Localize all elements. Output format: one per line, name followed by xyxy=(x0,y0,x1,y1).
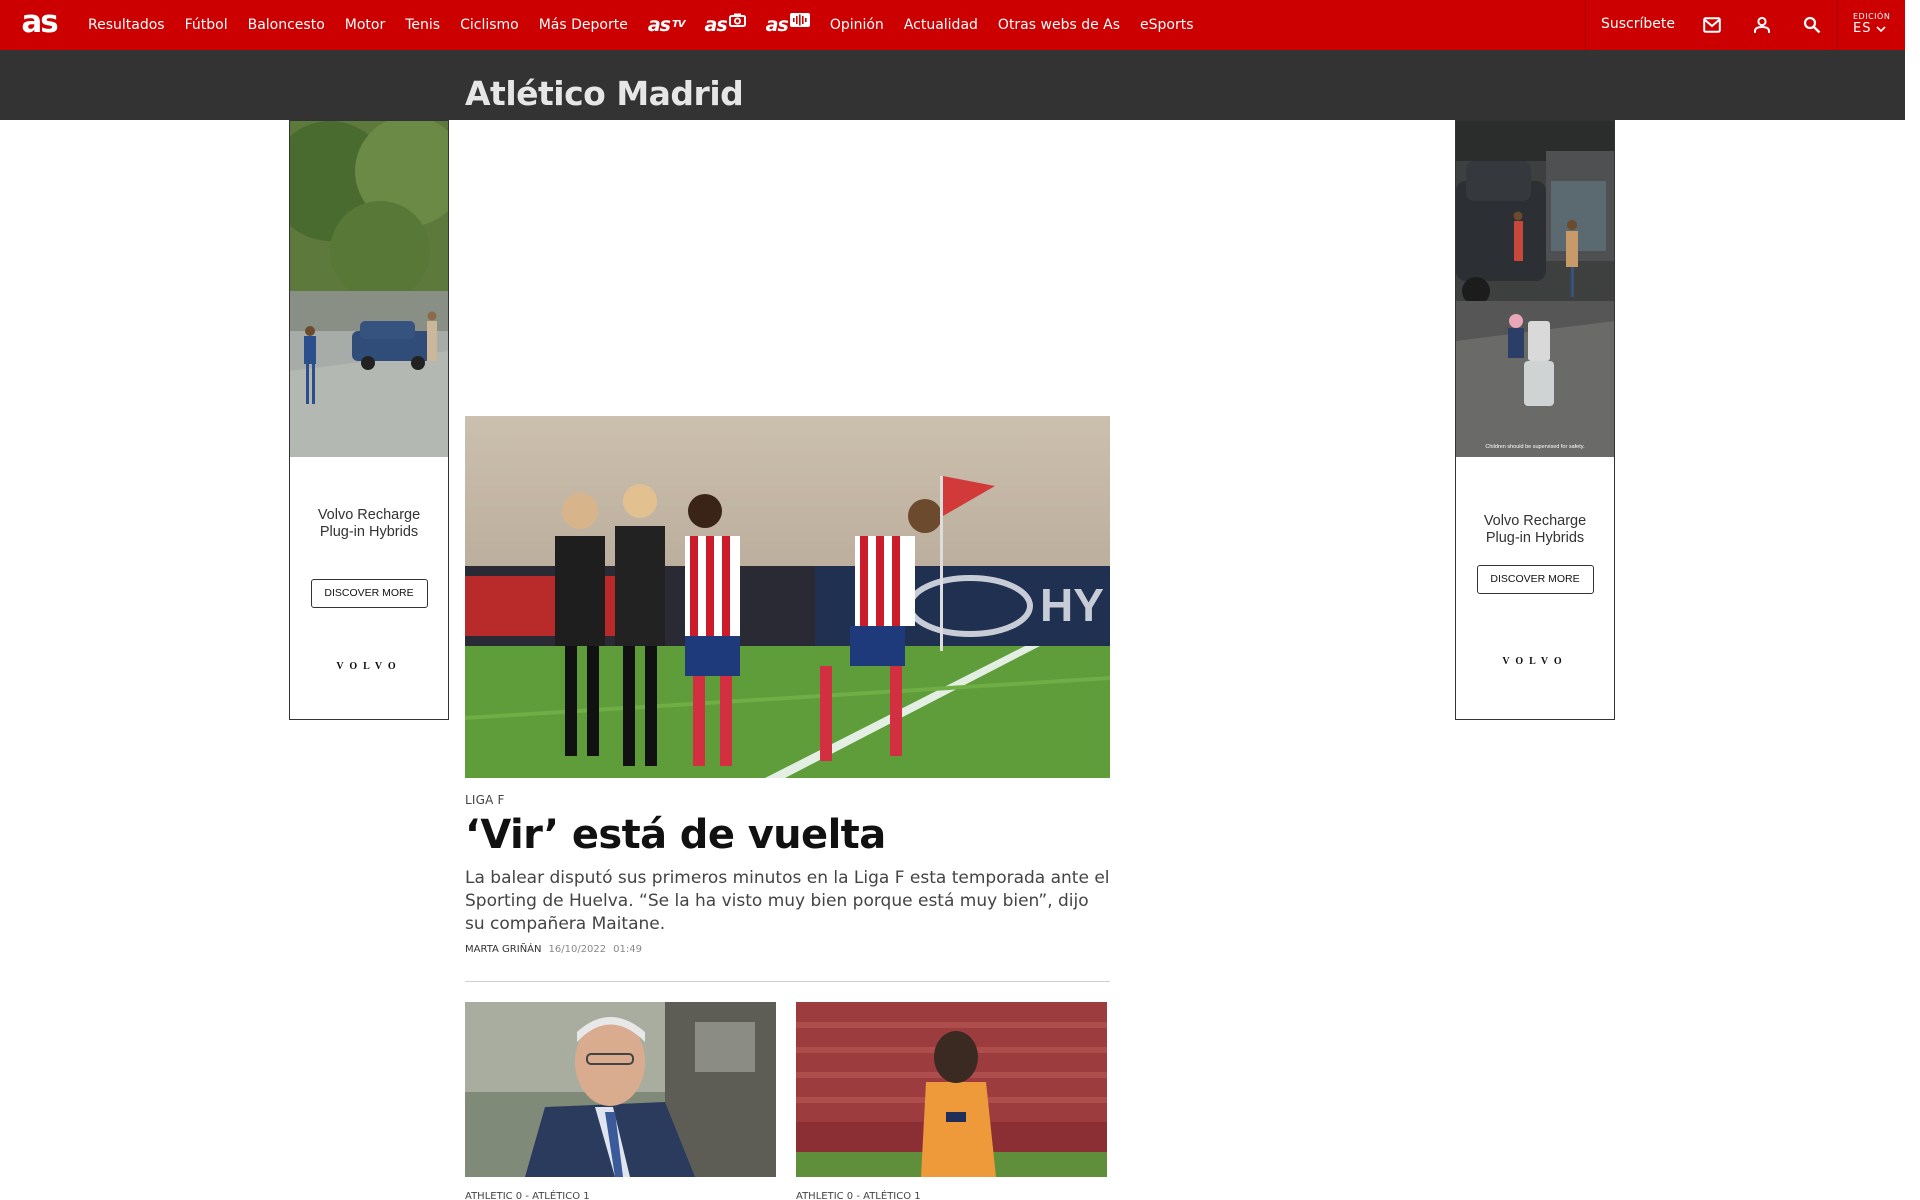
news-card-image[interactable] xyxy=(465,1002,776,1177)
left-skyscraper-ad[interactable]: Volvo Recharge Plug-in Hybrids DISCOVER … xyxy=(289,120,449,720)
right-skyscraper-ad[interactable]: Children should be supervised for safety… xyxy=(1455,120,1615,720)
nav-item-resultados[interactable]: Resultados xyxy=(78,0,175,50)
top-navigation: as Resultados Fútbol Baloncesto Motor Te… xyxy=(0,0,1905,50)
nav-item-ciclismo[interactable]: Ciclismo xyxy=(450,0,529,50)
camera-icon xyxy=(728,1,746,49)
ad-copy-line1: Volvo Recharge xyxy=(1483,513,1587,529)
publish-date: 16/10/2022 xyxy=(548,944,607,955)
page-title[interactable]: Atlético Madrid xyxy=(465,70,744,118)
ad-copy-line2: Plug-in Hybrids xyxy=(319,524,419,540)
ad-image: Children should be supervised for safety… xyxy=(1456,121,1614,457)
volvo-logo: VOLVO xyxy=(1502,656,1568,667)
divider xyxy=(465,981,1110,982)
mail-icon[interactable] xyxy=(1687,0,1737,50)
nav-item-mas-deporte[interactable]: Más Deporte xyxy=(529,0,638,50)
nav-item-as-audio[interactable]: as xyxy=(756,0,820,50)
ad-small-print: Children should be supervised for safety… xyxy=(1485,444,1585,450)
lead-kicker[interactable]: LIGA F xyxy=(465,793,505,807)
svg-text:HY: HY xyxy=(1040,579,1104,631)
ad-discover-more-button[interactable]: DISCOVER MORE xyxy=(1476,565,1594,594)
nav-right-tools: Suscríbete EDICIÓN ES xyxy=(1585,0,1905,50)
nav-item-otras-webs[interactable]: Otras webs de As xyxy=(988,0,1130,50)
audio-wave-icon xyxy=(789,1,810,49)
lead-summary: La balear disputó sus primeros minutos e… xyxy=(465,868,1110,934)
author-name[interactable]: MARTA GRIÑÁN xyxy=(465,944,542,955)
nav-item-actualidad[interactable]: Actualidad xyxy=(894,0,988,50)
volvo-logo: VOLVO xyxy=(336,661,402,672)
user-icon[interactable] xyxy=(1737,0,1787,50)
section-header: Atlético Madrid xyxy=(0,50,1905,120)
nav-item-baloncesto[interactable]: Baloncesto xyxy=(238,0,335,50)
as-logo[interactable]: as xyxy=(0,0,78,50)
lead-article-image[interactable]: HY xyxy=(465,416,1110,778)
nav-item-tenis[interactable]: Tenis xyxy=(395,0,450,50)
main-menu: Resultados Fútbol Baloncesto Motor Tenis… xyxy=(78,0,1204,50)
ad-discover-more-button[interactable]: DISCOVER MORE xyxy=(310,579,428,608)
news-card[interactable]: ATHLETIC 0 - ATLÉTICO 1 xyxy=(796,1002,1107,1200)
news-card-kicker: ATHLETIC 0 - ATLÉTICO 1 xyxy=(465,1191,590,1200)
ad-copy-line1: Volvo Recharge xyxy=(317,507,421,523)
nav-item-esports[interactable]: eSports xyxy=(1130,0,1204,50)
publish-time: 01:49 xyxy=(613,944,642,955)
ad-copy-line2: Plug-in Hybrids xyxy=(1485,530,1585,546)
lead-byline: MARTA GRIÑÁN 16/10/2022 01:49 xyxy=(465,944,642,955)
nav-item-as-photo[interactable]: as xyxy=(695,0,756,50)
news-card-image[interactable] xyxy=(796,1002,1107,1177)
nav-item-as-tv[interactable]: as TV xyxy=(638,0,695,50)
edition-value: ES xyxy=(1853,21,1872,36)
news-card-kicker: ATHLETIC 0 - ATLÉTICO 1 xyxy=(796,1191,921,1200)
nav-item-opinion[interactable]: Opinión xyxy=(820,0,894,50)
edition-selector[interactable]: EDICIÓN ES xyxy=(1837,0,1905,50)
subscribe-button[interactable]: Suscríbete xyxy=(1585,0,1687,50)
lead-headline[interactable]: ‘Vir’ está de vuelta xyxy=(465,810,1110,860)
nav-item-futbol[interactable]: Fútbol xyxy=(175,0,238,50)
ad-image xyxy=(290,121,448,457)
nav-item-motor[interactable]: Motor xyxy=(335,0,395,50)
news-card[interactable]: ATHLETIC 0 - ATLÉTICO 1 xyxy=(465,1002,776,1200)
chevron-down-icon xyxy=(1876,25,1887,32)
search-icon[interactable] xyxy=(1787,0,1837,50)
